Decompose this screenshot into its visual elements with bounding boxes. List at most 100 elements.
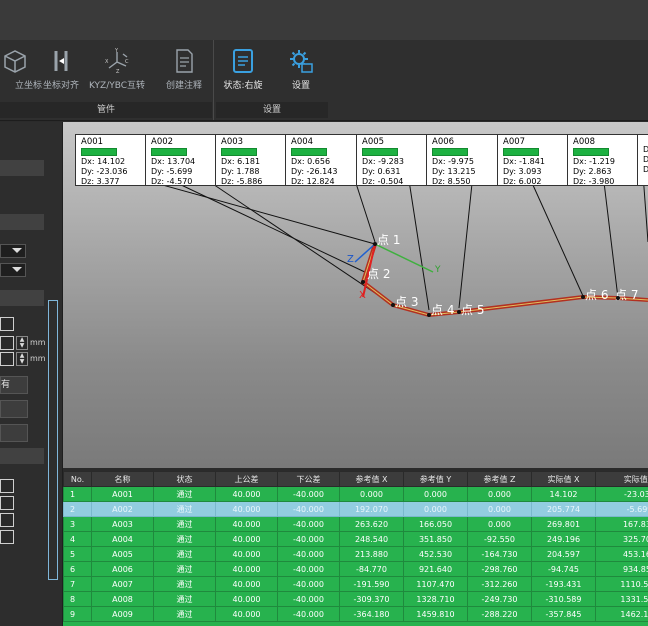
point-label: 点 3 bbox=[395, 295, 418, 309]
table-row[interactable]: 8 A008 通过 40.000 -40.000 -309.370 1328.710 -249… bbox=[63, 591, 648, 607]
card-dx: Dx: 13.704 bbox=[151, 157, 196, 166]
note-icon bbox=[176, 49, 193, 73]
table-cell: -23.036 bbox=[595, 486, 648, 502]
checkbox[interactable] bbox=[0, 317, 14, 331]
table-cell: 325.707 bbox=[595, 531, 648, 547]
deviation-card: A006 Dx: -9.975 Dy: 13.215 Dz: 8.550 bbox=[426, 134, 501, 186]
card-dz: Dz: 12.824 bbox=[291, 177, 335, 186]
card-dz: D bbox=[643, 165, 648, 174]
card-dy: Dy: 13.215 bbox=[432, 167, 476, 176]
panel-scrollbar[interactable] bbox=[48, 300, 58, 580]
table-body: 1 A001 通过 40.000 -40.000 0.000 0.000 0.000 14.10… bbox=[63, 486, 648, 622]
checkbox[interactable] bbox=[0, 352, 14, 366]
status-rotation-button[interactable]: 状态:右旋 bbox=[212, 44, 274, 98]
spin-stepper[interactable]: ▲ ▼ bbox=[16, 352, 28, 366]
card-dz: Dz: -3.980 bbox=[573, 177, 615, 186]
table-cell: -310.589 bbox=[531, 591, 596, 607]
table-cell: 3 bbox=[63, 516, 92, 532]
checkbox[interactable] bbox=[0, 479, 14, 493]
table-cell: 0.000 bbox=[467, 516, 532, 532]
table-row[interactable]: 2 A002 通过 40.000 -40.000 192.070 0.000 0.000 205… bbox=[63, 501, 648, 517]
column-header[interactable]: 参考值 X bbox=[339, 471, 404, 487]
panel-section-header bbox=[0, 448, 44, 464]
table-cell: -40.000 bbox=[277, 546, 340, 562]
column-header[interactable]: 参考值 Z bbox=[467, 471, 532, 487]
table-cell: 1462.196 bbox=[595, 606, 648, 622]
column-header[interactable]: 参考值 Y bbox=[403, 471, 468, 487]
deviation-card: A003 Dx: 6.181 Dy: 1.788 Dz: -5.886 bbox=[215, 134, 290, 186]
table-row[interactable]: 6 A006 通过 40.000 -40.000 -84.770 921.640 -298.7… bbox=[63, 561, 648, 577]
card-dz: Dz: -4.570 bbox=[151, 177, 193, 186]
table-row[interactable]: 9 A009 通过 40.000 -40.000 -364.180 1459.810 -288… bbox=[63, 606, 648, 622]
table-cell: -40.000 bbox=[277, 501, 340, 517]
table-cell: 14.102 bbox=[531, 486, 596, 502]
checkbox[interactable] bbox=[0, 496, 14, 510]
column-header[interactable]: 上公差 bbox=[215, 471, 278, 487]
status-bar bbox=[151, 148, 187, 156]
card-dy: Dy: 0.631 bbox=[362, 167, 401, 176]
card-dx: Dx: 6.181 bbox=[221, 157, 261, 166]
point-label: 点 5 bbox=[461, 303, 484, 317]
table-row[interactable]: 4 A004 通过 40.000 -40.000 248.540 351.850 -92.55… bbox=[63, 531, 648, 547]
table-row[interactable]: 1 A001 通过 40.000 -40.000 0.000 0.000 0.000 14.10… bbox=[63, 486, 648, 502]
axes-convert-icon: YX CZ bbox=[105, 48, 129, 74]
panel-section-header bbox=[0, 214, 44, 230]
chevron-down-icon bbox=[12, 248, 22, 253]
dropdown-select[interactable] bbox=[0, 263, 26, 277]
column-header[interactable]: No. bbox=[63, 471, 92, 487]
table-cell: 5 bbox=[63, 546, 92, 562]
card-dx: Dx: -1.219 bbox=[573, 157, 615, 166]
table-cell: 40.000 bbox=[215, 516, 278, 532]
card-name: A004 bbox=[291, 137, 314, 147]
checkbox[interactable] bbox=[0, 530, 14, 544]
gear-icon bbox=[290, 50, 313, 73]
table-cell: A003 bbox=[91, 516, 154, 532]
column-header[interactable]: 实际值 Y bbox=[595, 471, 648, 487]
spin-stepper[interactable]: ▲ ▼ bbox=[16, 336, 28, 350]
table-cell: -249.730 bbox=[467, 591, 532, 607]
table-cell: 249.196 bbox=[531, 531, 596, 547]
option-button[interactable]: 有 bbox=[0, 376, 28, 394]
table-row[interactable]: 5 A005 通过 40.000 -40.000 213.880 452.530 -164.7… bbox=[63, 546, 648, 562]
table-cell: -40.000 bbox=[277, 531, 340, 547]
checkbox[interactable] bbox=[0, 336, 14, 350]
card-dx: Dx: 0.656 bbox=[291, 157, 331, 166]
table-cell: -40.000 bbox=[277, 516, 340, 532]
unit-label: mm bbox=[30, 354, 46, 363]
column-header[interactable]: 状态 bbox=[153, 471, 216, 487]
xyz-ybc-convert-button[interactable]: YXCZ KYZ/YBC互转 bbox=[86, 44, 148, 98]
table-cell: 452.530 bbox=[403, 546, 468, 562]
deviation-card: A005 Dx: -9.283 Dy: 0.631 Dz: -0.504 bbox=[356, 134, 431, 186]
settings-button[interactable]: 设置 bbox=[270, 44, 332, 98]
table-cell: -40.000 bbox=[277, 591, 340, 607]
table-row[interactable]: 7 A007 通过 40.000 -40.000 -191.590 1107.470 -312… bbox=[63, 576, 648, 592]
table-cell: 通过 bbox=[153, 561, 216, 577]
svg-text:Y: Y bbox=[114, 48, 119, 54]
option-button[interactable] bbox=[0, 424, 28, 442]
table-cell: A007 bbox=[91, 576, 154, 592]
card-name: A005 bbox=[362, 137, 385, 147]
status-bar bbox=[362, 148, 398, 156]
table-row[interactable]: 3 A003 通过 40.000 -40.000 263.620 166.050 0.000 2… bbox=[63, 516, 648, 532]
dropdown-select[interactable] bbox=[0, 244, 26, 258]
column-header[interactable]: 实际值 X bbox=[531, 471, 596, 487]
3d-viewport[interactable]: Y Z X 点 1 点 2 点 3 点 4 点 5 点 6 点 7 A001 D… bbox=[63, 122, 648, 468]
card-dx: Dx: -9.283 bbox=[362, 157, 404, 166]
column-header[interactable]: 下公差 bbox=[277, 471, 340, 487]
table-cell: 2 bbox=[63, 501, 92, 517]
table-cell: 通过 bbox=[153, 501, 216, 517]
table-cell: 934.855 bbox=[595, 561, 648, 577]
create-note-button[interactable]: 创建注释 bbox=[153, 44, 215, 98]
table-cell: 269.801 bbox=[531, 516, 596, 532]
column-header[interactable]: 名称 bbox=[91, 471, 154, 487]
status-bar bbox=[221, 148, 257, 156]
table-cell: 204.597 bbox=[531, 546, 596, 562]
option-button[interactable] bbox=[0, 400, 28, 418]
card-name: A008 bbox=[573, 137, 596, 147]
table-cell: 1110.563 bbox=[595, 576, 648, 592]
table-cell: 351.850 bbox=[403, 531, 468, 547]
checkbox[interactable] bbox=[0, 513, 14, 527]
svg-text:Z: Z bbox=[116, 69, 120, 74]
table-cell: A002 bbox=[91, 501, 154, 517]
coordinate-align-button[interactable]: 坐标对齐 bbox=[30, 44, 92, 98]
